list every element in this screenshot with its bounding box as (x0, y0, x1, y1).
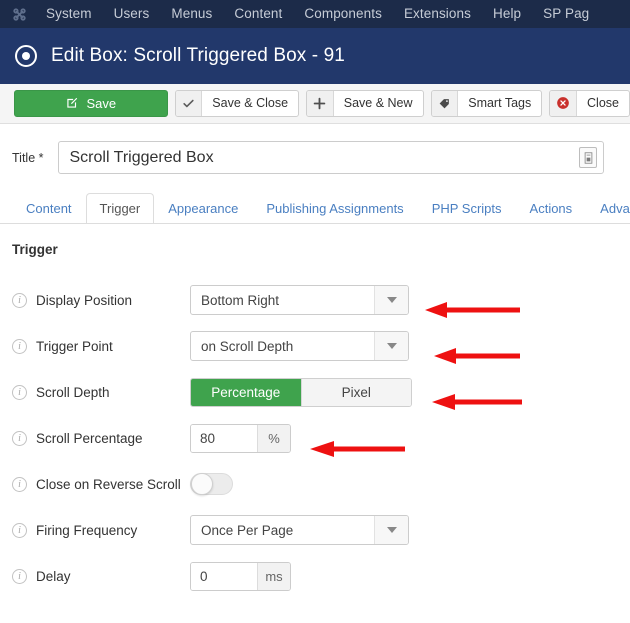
toolbar: Save Save & Close Save & New Smart Tags (0, 84, 630, 124)
nav-item-extensions[interactable]: Extensions (393, 0, 482, 28)
chevron-down-icon[interactable] (374, 332, 408, 360)
save-and-new-label: Save & New (343, 96, 413, 110)
scroll-percentage-label-group: i Scroll Percentage (12, 430, 190, 446)
save-and-close-button[interactable]: Save & Close (174, 89, 300, 117)
chevron-down-icon[interactable] (374, 286, 408, 314)
display-position-select[interactable]: Bottom Right (190, 285, 409, 315)
field-scroll-depth: i Scroll Depth Percentage Pixel (12, 369, 630, 415)
save-and-close-label: Save & Close (212, 96, 289, 110)
nav-item-help[interactable]: Help (482, 0, 532, 28)
title-field-label: Title * (12, 150, 44, 165)
close-on-reverse-scroll-label: Close on Reverse Scroll (36, 476, 181, 492)
info-icon[interactable]: i (12, 476, 27, 492)
trigger-point-value: on Scroll Depth (201, 338, 294, 354)
joomla-logo-icon[interactable] (10, 5, 28, 23)
plus-icon (307, 90, 334, 116)
target-circle-icon (14, 44, 38, 68)
tab-trigger[interactable]: Trigger (85, 193, 155, 223)
trigger-point-select[interactable]: on Scroll Depth (190, 331, 409, 361)
nav-item-components[interactable]: Components (293, 0, 393, 28)
firing-frequency-value: Once Per Page (201, 522, 294, 538)
info-icon[interactable]: i (12, 338, 27, 354)
scroll-percentage-input[interactable]: 80 (191, 424, 257, 452)
info-icon[interactable]: i (12, 430, 27, 446)
firing-frequency-label: Firing Frequency (36, 522, 138, 538)
tab-content[interactable]: Content (12, 193, 86, 223)
page-header: Edit Box: Scroll Triggered Box - 91 (0, 28, 630, 84)
close-on-reverse-scroll-label-group: i Close on Reverse Scroll (12, 476, 190, 492)
tab-publishing-assignments[interactable]: Publishing Assignments (252, 193, 417, 223)
article-icon[interactable] (579, 147, 597, 168)
display-position-label: Display Position (36, 292, 133, 308)
tab-bar: Content Trigger Appearance Publishing As… (0, 192, 630, 224)
nav-item-sp-page-builder[interactable]: SP Pag (532, 0, 600, 28)
tag-icon (431, 90, 459, 116)
save-and-new-button[interactable]: Save & New (306, 89, 424, 117)
nav-item-menus[interactable]: Menus (160, 0, 223, 28)
tab-php-scripts[interactable]: PHP Scripts (418, 193, 516, 223)
close-on-reverse-scroll-toggle[interactable] (190, 473, 233, 495)
tab-advanced[interactable]: Adva (586, 193, 630, 223)
scroll-depth-label-group: i Scroll Depth (12, 384, 190, 400)
scroll-depth-label: Scroll Depth (36, 384, 110, 400)
field-scroll-percentage: i Scroll Percentage 80 % (12, 415, 630, 461)
section-title: Trigger (12, 242, 58, 257)
firing-frequency-select[interactable]: Once Per Page (190, 515, 409, 545)
tab-actions[interactable]: Actions (516, 193, 587, 223)
display-position-label-group: i Display Position (12, 292, 190, 308)
scroll-depth-option-percentage[interactable]: Percentage (191, 378, 301, 406)
info-icon[interactable]: i (12, 522, 27, 538)
nav-item-content[interactable]: Content (223, 0, 293, 28)
delay-input-group: 0 ms (190, 561, 291, 591)
field-delay: i Delay 0 ms (12, 553, 630, 599)
field-firing-frequency: i Firing Frequency Once Per Page (12, 507, 630, 553)
firing-frequency-label-group: i Firing Frequency (12, 522, 190, 538)
info-icon[interactable]: i (12, 384, 27, 400)
scroll-percentage-label: Scroll Percentage (36, 430, 143, 446)
admin-navbar: System Users Menus Content Components Ex… (0, 0, 630, 28)
pencil-square-icon (65, 96, 79, 110)
scroll-percentage-unit: % (257, 424, 290, 452)
save-button[interactable]: Save (14, 89, 168, 117)
smart-tags-button[interactable]: Smart Tags (430, 89, 543, 117)
scroll-depth-option-pixel[interactable]: Pixel (300, 378, 411, 406)
trigger-point-label: Trigger Point (36, 338, 113, 354)
close-button-label: Close (587, 96, 619, 110)
nav-item-users[interactable]: Users (103, 0, 161, 28)
info-icon[interactable]: i (12, 292, 27, 308)
page-title: Edit Box: Scroll Triggered Box - 91 (51, 45, 345, 66)
scroll-depth-toggle-group: Percentage Pixel (190, 377, 412, 407)
delay-label: Delay (36, 568, 71, 584)
title-input-value: Scroll Triggered Box (69, 148, 214, 166)
toggle-knob (191, 473, 213, 495)
field-trigger-point: i Trigger Point on Scroll Depth (12, 323, 630, 369)
scroll-percentage-input-group: 80 % (190, 423, 291, 453)
circle-x-icon (550, 90, 578, 116)
chevron-down-icon[interactable] (374, 516, 408, 544)
delay-unit: ms (257, 562, 290, 590)
delay-input[interactable]: 0 (191, 562, 257, 590)
field-close-on-reverse-scroll: i Close on Reverse Scroll (12, 461, 630, 507)
delay-label-group: i Delay (12, 568, 190, 584)
title-row: Title * Scroll Triggered Box (0, 124, 630, 174)
tab-appearance[interactable]: Appearance (154, 193, 252, 223)
trigger-form: Trigger i Display Position Bottom Right … (0, 224, 630, 599)
field-display-position: i Display Position Bottom Right (12, 277, 630, 323)
save-button-label: Save (86, 95, 117, 111)
nav-item-system[interactable]: System (42, 0, 103, 28)
trigger-point-label-group: i Trigger Point (12, 338, 190, 354)
display-position-value: Bottom Right (201, 292, 280, 308)
info-icon[interactable]: i (12, 568, 27, 584)
smart-tags-label: Smart Tags (468, 96, 532, 110)
close-button[interactable]: Close (549, 89, 630, 117)
check-icon (175, 90, 203, 116)
title-input[interactable]: Scroll Triggered Box (57, 141, 604, 174)
